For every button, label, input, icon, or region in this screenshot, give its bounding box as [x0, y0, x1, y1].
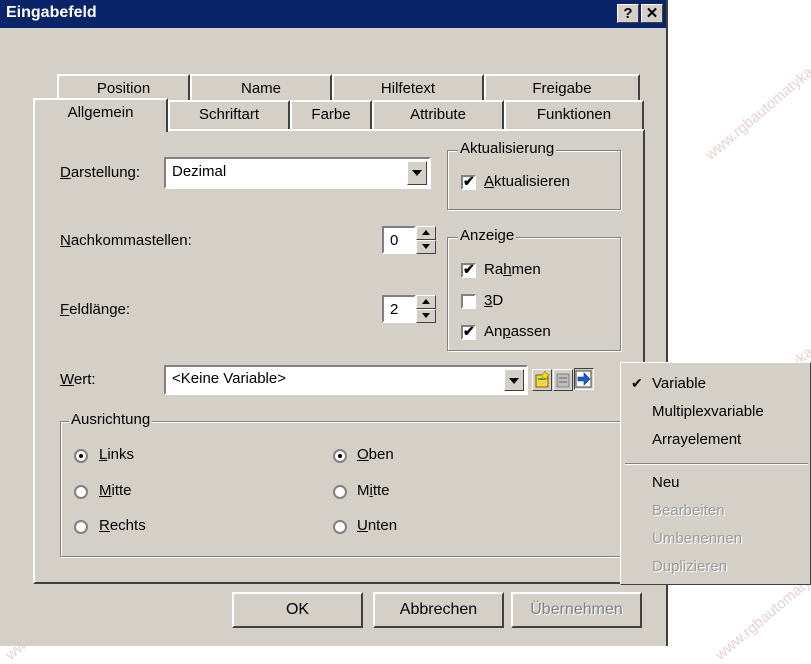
close-button[interactable]: ✕	[641, 4, 663, 23]
feldlaenge-label: Feldlänge:	[60, 301, 131, 318]
dialog-window: Eingabefeld ? ✕ Position Name Hilfetext …	[0, 0, 668, 646]
aktualisierung-title: Aktualisierung	[458, 140, 557, 157]
darstellung-label: Darstellung:	[60, 164, 141, 181]
menu-item-umbenennen[interactable]: Umbenennen	[652, 530, 742, 547]
anzeige-group: Anzeige Rahmen 3D Anpassen	[447, 227, 621, 351]
tab-schriftart[interactable]: Schriftart	[168, 100, 290, 130]
menu-item-variable[interactable]: Variable	[652, 375, 706, 392]
mitte-v-label: Mitte	[357, 482, 390, 499]
feldlaenge-stepper[interactable]: 2	[382, 295, 436, 323]
unten-radio[interactable]	[333, 520, 347, 534]
mitte-h-radio[interactable]	[74, 485, 88, 499]
wert-value: <Keine Variable>	[172, 370, 286, 387]
ausrichtung-title: Ausrichtung	[69, 411, 153, 428]
help-button[interactable]: ?	[617, 4, 639, 23]
aktualisieren-checkbox[interactable]	[461, 173, 476, 190]
spin-down-icon[interactable]	[416, 240, 436, 254]
rechts-label: Rechts	[99, 517, 146, 534]
menu-item-arrayelement[interactable]: Arrayelement	[652, 431, 741, 448]
tab-attribute[interactable]: Attribute	[372, 100, 504, 130]
tab-panel-allgemein: Darstellung: Dezimal Aktualisierung Aktu…	[33, 129, 645, 584]
oben-label: Oben	[357, 446, 394, 463]
oben-radio[interactable]	[333, 449, 347, 463]
spin-down-icon[interactable]	[416, 309, 436, 323]
menu-item-neu[interactable]: Neu	[652, 474, 680, 491]
new-variable-icon[interactable]	[532, 369, 552, 391]
wert-select[interactable]: <Keine Variable>	[164, 365, 528, 395]
links-radio[interactable]	[74, 449, 88, 463]
ok-button[interactable]: OK	[232, 592, 363, 628]
darstellung-value: Dezimal	[172, 163, 227, 180]
anpassen-label: Anpassen	[484, 323, 551, 340]
menu-separator	[625, 463, 808, 465]
3d-label: 3D	[484, 292, 504, 309]
anpassen-checkbox[interactable]	[461, 323, 476, 340]
window-title: Eingabefeld	[6, 4, 97, 21]
wert-label: Wert:	[60, 371, 96, 388]
variable-menu-arrow-icon[interactable]	[574, 368, 594, 390]
mitte-v-radio[interactable]	[333, 485, 347, 499]
rahmen-checkbox[interactable]	[461, 261, 476, 278]
nachkomma-stepper[interactable]: 0	[382, 226, 436, 254]
tab-allgemein[interactable]: Allgemein	[33, 98, 168, 132]
ausrichtung-group: Ausrichtung Links Mitte Rechts Oben Mitt…	[60, 411, 622, 557]
rechts-radio[interactable]	[74, 520, 88, 534]
rahmen-label: Rahmen	[484, 261, 541, 278]
menu-item-bearbeiten[interactable]: Bearbeiten	[652, 502, 725, 519]
menu-item-multiplexvariable[interactable]: Multiplexvariable	[652, 403, 764, 420]
aktualisieren-label: Aktualisieren	[484, 173, 570, 190]
menu-item-duplizieren[interactable]: Duplizieren	[652, 558, 727, 575]
aktualisierung-group: Aktualisierung Aktualisieren	[447, 140, 621, 210]
title-bar: Eingabefeld ? ✕	[0, 0, 666, 28]
spin-up-icon[interactable]	[416, 226, 436, 240]
nachkomma-value: 0	[390, 232, 399, 249]
3d-checkbox[interactable]	[461, 294, 476, 309]
nachkomma-label: Nachkommastellen:	[60, 232, 192, 249]
mitte-h-label: Mitte	[99, 482, 132, 499]
dropdown-arrow-icon[interactable]	[504, 369, 524, 391]
spin-up-icon[interactable]	[416, 295, 436, 309]
anzeige-title: Anzeige	[458, 227, 517, 244]
unten-label: Unten	[357, 517, 398, 534]
links-label: Links	[99, 446, 135, 463]
darstellung-select[interactable]: Dezimal	[164, 157, 431, 189]
apply-button[interactable]: Übernehmen	[511, 592, 642, 628]
dropdown-arrow-icon[interactable]	[407, 161, 427, 185]
watermark: www.rgbautomatyka.pl	[702, 53, 811, 164]
cancel-button[interactable]: Abbrechen	[373, 592, 504, 628]
edit-variable-icon[interactable]	[553, 369, 573, 391]
tab-farbe[interactable]: Farbe	[290, 100, 372, 130]
checkmark-icon: ✔	[631, 375, 643, 391]
variable-context-menu: ✔ Variable Multiplexvariable Arrayelemen…	[620, 362, 811, 585]
feldlaenge-value: 2	[390, 301, 399, 318]
tab-funktionen[interactable]: Funktionen	[504, 100, 644, 130]
